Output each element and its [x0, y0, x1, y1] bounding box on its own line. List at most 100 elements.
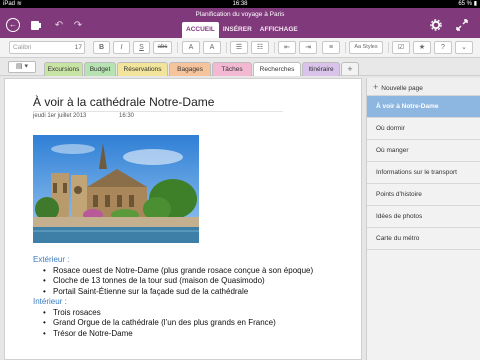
- page-list-item[interactable]: Où dormir: [367, 118, 480, 140]
- page-list-item[interactable]: Carte du métro: [367, 228, 480, 250]
- redo-button[interactable]: ↷: [71, 18, 85, 32]
- font-name-field[interactable]: Calibri 17: [9, 41, 85, 54]
- page-list-item[interactable]: À voir à Notre-Dame: [367, 96, 480, 118]
- ribbon-toolbar: Calibri 17 B I S abc A A ☰ ☷ ⇤ ⇥ ≡ Aa St…: [0, 38, 480, 58]
- numbered-list-button[interactable]: ☷: [251, 41, 269, 54]
- chevron-down-icon: ⌄: [461, 44, 467, 51]
- list-item: Grand Orgue de la cathédrale (l’un des p…: [43, 318, 363, 329]
- question-tag-button[interactable]: ?: [434, 41, 452, 54]
- status-bar: iPad ≋ 16:38 65 % ▮: [0, 0, 480, 8]
- note-page[interactable]: À voir à la cathédrale Notre-Dame jeudi …: [4, 78, 362, 360]
- document-title: Planification du voyage à Paris: [195, 11, 285, 18]
- interior-list: Trois rosaces Grand Orgue de la cathédra…: [33, 308, 363, 340]
- section-tab[interactable]: Excursions: [44, 62, 83, 76]
- tab-affichage[interactable]: AFFICHAGE: [256, 22, 302, 38]
- page-title[interactable]: À voir à la cathédrale Notre-Dame: [33, 95, 214, 109]
- settings-button[interactable]: [429, 18, 443, 32]
- fullscreen-button[interactable]: [455, 18, 469, 32]
- redo-icon: ↷: [73, 19, 83, 31]
- bullet-list-button[interactable]: ☰: [230, 41, 248, 54]
- page-list-item[interactable]: Idées de photos: [367, 206, 480, 228]
- styles-button[interactable]: Aa Styles: [349, 41, 383, 54]
- font-name-value: Calibri: [13, 44, 32, 51]
- indent-icon: ⇥: [305, 44, 311, 51]
- align-left-icon: ≡: [328, 44, 334, 51]
- section-tab[interactable]: Recherches: [253, 62, 301, 77]
- section-heading-interior: Intérieur :: [33, 297, 67, 306]
- exterior-list: Rosace ouest de Notre-Dame (plus grande …: [33, 266, 363, 298]
- ribbon-tabs: ACCUEIL INSÉRER AFFICHAGE: [182, 22, 302, 38]
- battery-indicator: 65 % ▮: [458, 1, 477, 7]
- outdent-icon: ⇤: [284, 44, 290, 51]
- back-arrow-icon: ←: [6, 18, 20, 32]
- page-list: À voir à Notre-Dame Où dormir Où manger Inf…: [367, 96, 480, 250]
- tab-accueil[interactable]: ACCUEIL: [182, 22, 219, 38]
- notre-dame-photo[interactable]: [33, 135, 199, 243]
- list-item: Cloche de 13 tonnes de la tour sud (mais…: [43, 276, 363, 287]
- page-list-pane: + Nouvelle page À voir à Notre-Dame Où dor…: [366, 78, 480, 360]
- more-tags-button[interactable]: ⌄: [455, 41, 473, 54]
- question-icon: ?: [441, 44, 445, 51]
- clock: 16:38: [232, 1, 248, 7]
- plus-icon: +: [373, 82, 379, 92]
- section-tab[interactable]: Tâches: [212, 62, 252, 76]
- highlight-button[interactable]: A: [203, 41, 221, 54]
- styles-icon: Aa: [354, 44, 363, 50]
- align-button[interactable]: ≡: [322, 41, 340, 54]
- outdent-button[interactable]: ⇤: [278, 41, 296, 54]
- important-tag-button[interactable]: ★: [413, 41, 431, 54]
- indent-button[interactable]: ⇥: [299, 41, 317, 54]
- book-icon: [31, 20, 41, 30]
- page-list-item[interactable]: Où manger: [367, 140, 480, 162]
- italic-button[interactable]: I: [113, 41, 130, 54]
- section-tab[interactable]: Bagages: [169, 62, 211, 76]
- numbered-list-icon: ☷: [256, 44, 264, 51]
- highlight-icon: A: [209, 44, 215, 51]
- new-page-label: Nouvelle page: [381, 85, 423, 92]
- page-time: 16:30: [119, 113, 135, 119]
- page-list-item[interactable]: Points d’histoire: [367, 184, 480, 206]
- section-tab[interactable]: Budget: [84, 62, 116, 76]
- bullet-list-icon: ☰: [235, 44, 243, 51]
- styles-label: Styles: [362, 44, 378, 50]
- undo-button[interactable]: ↶: [52, 18, 66, 32]
- todo-tag-button[interactable]: ☑: [392, 41, 410, 54]
- undo-icon: ↶: [54, 19, 64, 31]
- battery-icon: ▮: [473, 1, 477, 7]
- star-icon: ★: [418, 44, 426, 51]
- section-heading-exterior: Extérieur :: [33, 255, 70, 264]
- notebook-menu-button[interactable]: ▤ ▾: [8, 61, 36, 73]
- gear-icon: [430, 19, 442, 31]
- cathedral-image: [33, 135, 199, 243]
- page-date: jeudi 1er juillet 2013: [33, 113, 87, 119]
- underline-button[interactable]: S: [133, 41, 150, 54]
- notebooks-icon[interactable]: [29, 18, 43, 32]
- section-tab[interactable]: Réservations: [117, 62, 168, 76]
- page-list-item[interactable]: Informations sur le transport: [367, 162, 480, 184]
- font-size-value[interactable]: 17: [75, 42, 82, 53]
- divider: [388, 42, 389, 53]
- tab-inserer[interactable]: INSÉRER: [219, 22, 256, 38]
- list-item: Trois rosaces: [43, 308, 363, 319]
- app-header: ← ↶ ↷ Planification du voyage à Paris AC…: [0, 8, 480, 38]
- font-color-button[interactable]: A: [182, 41, 200, 54]
- divider: [177, 42, 178, 53]
- strikethrough-button[interactable]: abc: [153, 41, 172, 54]
- title-underline: [33, 111, 283, 112]
- list-item: Trésor de Notre-Dame: [43, 329, 363, 340]
- bold-button[interactable]: B: [93, 41, 110, 54]
- section-tabs-bar: ▤ ▾ Excursions Budget Réservations Bagages T…: [0, 58, 480, 77]
- list-item: Portail Saint-Étienne sur la façade sud …: [43, 287, 363, 298]
- notebook-icon: ▤ ▾: [15, 63, 29, 70]
- back-button[interactable]: ←: [6, 18, 20, 32]
- plus-icon: +: [347, 64, 353, 74]
- divider: [345, 42, 346, 53]
- new-page-button[interactable]: + Nouvelle page: [367, 78, 480, 96]
- add-section-button[interactable]: +: [341, 62, 359, 75]
- checkbox-icon: ☑: [397, 44, 405, 51]
- note-body[interactable]: Extérieur : Rosace ouest de Notre-Dame (…: [33, 255, 363, 339]
- content-area: À voir à la cathédrale Notre-Dame jeudi …: [0, 76, 480, 360]
- section-tab[interactable]: Itinéraire: [302, 62, 340, 76]
- expand-icon: [456, 19, 468, 31]
- divider: [274, 42, 275, 53]
